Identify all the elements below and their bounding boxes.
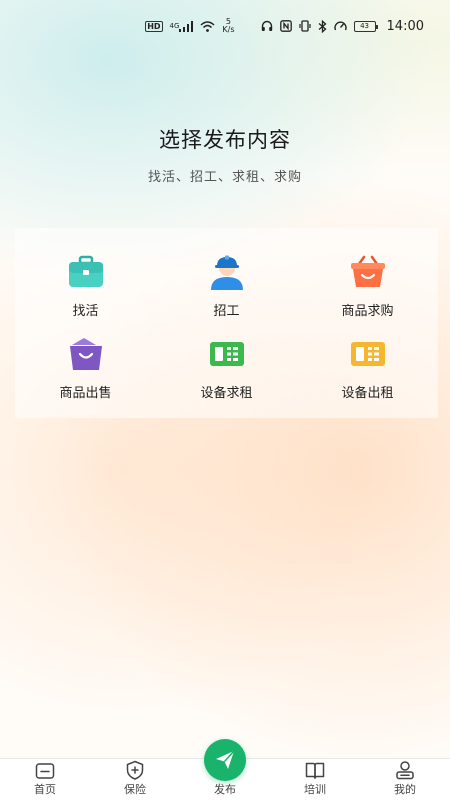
briefcase-icon (68, 255, 103, 287)
nav-publish[interactable]: 发布 (195, 739, 255, 797)
option-label: 设备出租 (341, 386, 394, 401)
equipment-card-icon (350, 342, 385, 366)
worker-icon (210, 255, 243, 290)
network-speed: 5 K/s (222, 17, 235, 34)
nav-profile[interactable]: 我的 (375, 759, 435, 797)
option-rent-equipment[interactable]: 设备求租 (156, 336, 297, 406)
equipment-card-icon (209, 342, 244, 366)
shopping-bag-icon (69, 338, 102, 370)
option-label: 商品求购 (341, 304, 394, 319)
shopping-basket-icon (350, 255, 385, 287)
wifi-icon (200, 20, 215, 32)
option-recruit[interactable]: 招工 (156, 254, 297, 324)
option-find-work[interactable]: 找活 (15, 254, 156, 324)
page-title: 选择发布内容 (159, 128, 291, 152)
nav-label: 培训 (304, 783, 326, 796)
status-time: 14:00 (386, 18, 424, 34)
send-icon (216, 750, 235, 769)
nav-label: 首页 (34, 783, 56, 796)
bluetooth-icon (318, 19, 327, 33)
nfc-icon (279, 20, 292, 32)
user-icon (396, 761, 414, 780)
nav-home[interactable]: 首页 (15, 759, 75, 797)
option-buy-goods[interactable]: 商品求购 (297, 254, 438, 324)
nav-label: 发布 (214, 783, 236, 796)
book-icon (305, 762, 325, 779)
page-subtitle: 找活、招工、求租、求购 (147, 170, 302, 185)
nav-training[interactable]: 培训 (285, 759, 345, 797)
option-label: 商品出售 (59, 386, 112, 401)
signal-icon: 4G (170, 20, 194, 32)
home-icon (35, 763, 55, 779)
vibrate-icon (298, 20, 311, 32)
status-bar: HD 4G 5 K/s 43 14:00 (0, 0, 450, 52)
option-lease-equipment[interactable]: 设备出租 (297, 336, 438, 406)
option-sell-goods[interactable]: 商品出售 (15, 336, 156, 406)
nav-label: 我的 (394, 783, 416, 796)
shield-icon (126, 760, 144, 780)
bottom-nav: 首页 保险 发布 培训 我的 (0, 739, 450, 800)
publish-button[interactable] (204, 739, 246, 781)
hd-indicator: HD (145, 20, 163, 32)
speedometer-icon (333, 20, 347, 32)
nav-insurance[interactable]: 保险 (105, 759, 165, 797)
option-label: 设备求租 (200, 386, 253, 401)
headphones-icon (261, 20, 273, 32)
battery-icon: 43 (353, 20, 378, 32)
nav-label: 保险 (124, 783, 146, 796)
publish-options-card: 找活 招工 商品求购 商品出售 设备求租 设备出租 (15, 228, 438, 418)
option-label: 找活 (72, 304, 99, 319)
option-label: 招工 (213, 304, 240, 319)
